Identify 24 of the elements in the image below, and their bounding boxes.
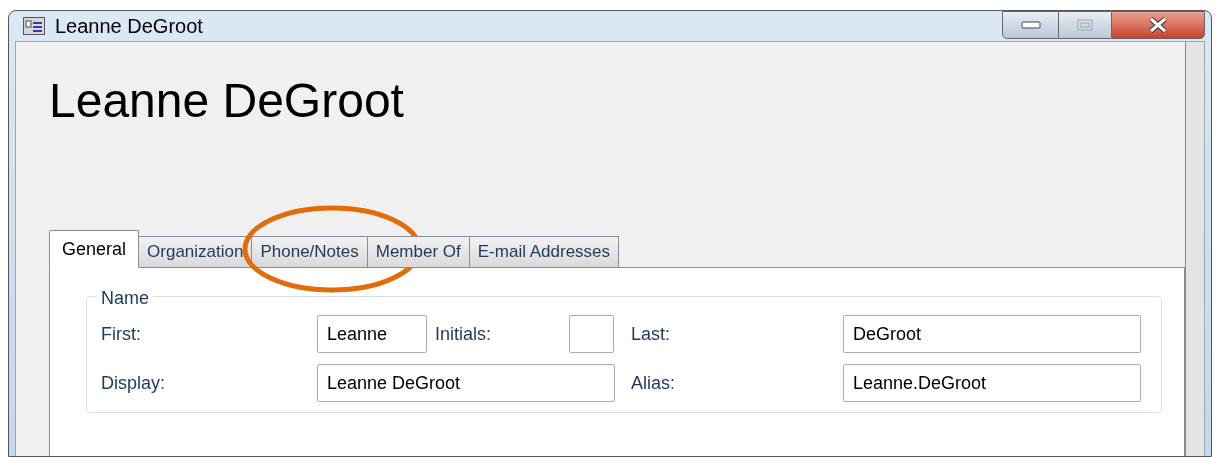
alias-field[interactable]: Leanne.DeGroot — [843, 364, 1141, 402]
display-name-field[interactable]: Leanne DeGroot — [317, 364, 615, 402]
field-label: Initials: — [434, 322, 493, 346]
tab[interactable]: Phone/Notes — [251, 236, 368, 268]
field-label: Alias: — [630, 371, 676, 395]
tab[interactable]: Organization — [138, 236, 253, 268]
field-label: Last: — [630, 322, 672, 346]
tab[interactable]: Member Of — [366, 236, 470, 268]
minimize-button[interactable] — [1002, 11, 1059, 39]
field-label: First: — [101, 322, 142, 346]
window-title: Leanne DeGroot — [55, 14, 203, 39]
field-label: Display: — [101, 371, 167, 395]
last-name-field[interactable]: DeGroot — [843, 315, 1141, 353]
tab[interactable]: E-mail Addresses — [468, 236, 620, 268]
tab[interactable]: General — [49, 230, 140, 268]
close-icon — [1148, 17, 1168, 33]
contact-heading: Leanne DeGroot — [49, 77, 404, 125]
maximize-icon — [1077, 19, 1093, 31]
first-name-field[interactable]: Leanne — [317, 315, 427, 353]
contact-card-icon — [23, 17, 45, 35]
minimize-icon — [1020, 21, 1041, 29]
initials-field[interactable] — [569, 315, 614, 353]
maximize-button[interactable] — [1059, 11, 1111, 39]
close-button[interactable] — [1111, 11, 1205, 39]
